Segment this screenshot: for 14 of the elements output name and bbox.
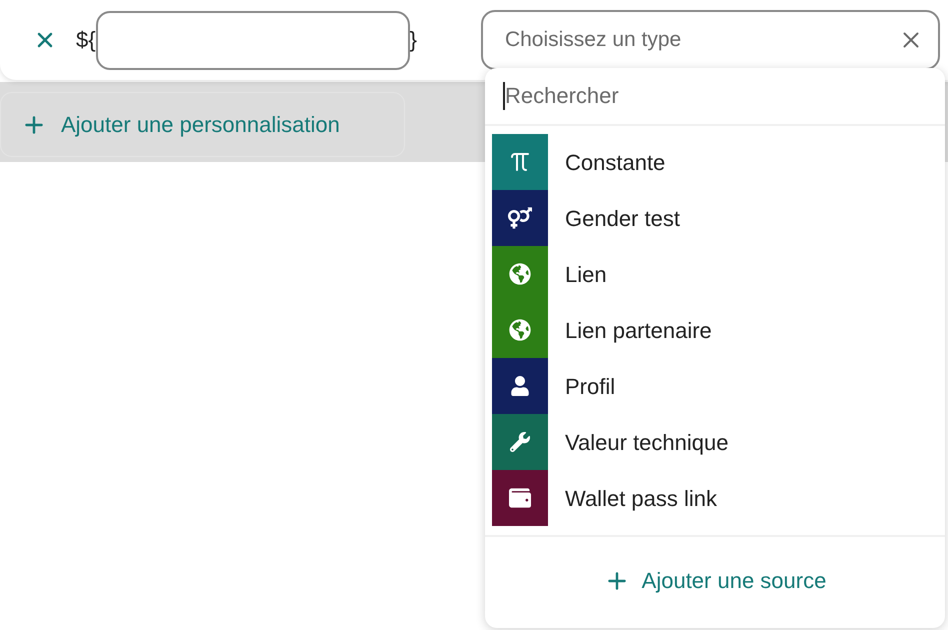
type-option[interactable]: Lien partenaire — [485, 302, 945, 358]
text-cursor-icon — [503, 82, 505, 110]
type-option[interactable]: Wallet pass link — [485, 470, 945, 526]
expression-suffix: } — [410, 29, 417, 51]
type-option[interactable]: Profil — [485, 358, 945, 414]
type-option[interactable]: Valeur technique — [485, 414, 945, 470]
add-source-button[interactable]: Ajouter une source — [596, 558, 834, 602]
search-field[interactable]: Rechercher — [505, 76, 945, 116]
type-option[interactable]: Constante — [485, 134, 945, 190]
expression-input[interactable] — [96, 10, 410, 70]
expression-prefix: ${ — [76, 29, 96, 51]
type-option[interactable]: Lien — [485, 246, 945, 302]
type-option[interactable]: Gender test — [485, 190, 945, 246]
add-customization-button[interactable]: Ajouter une personnalisation — [0, 92, 405, 157]
